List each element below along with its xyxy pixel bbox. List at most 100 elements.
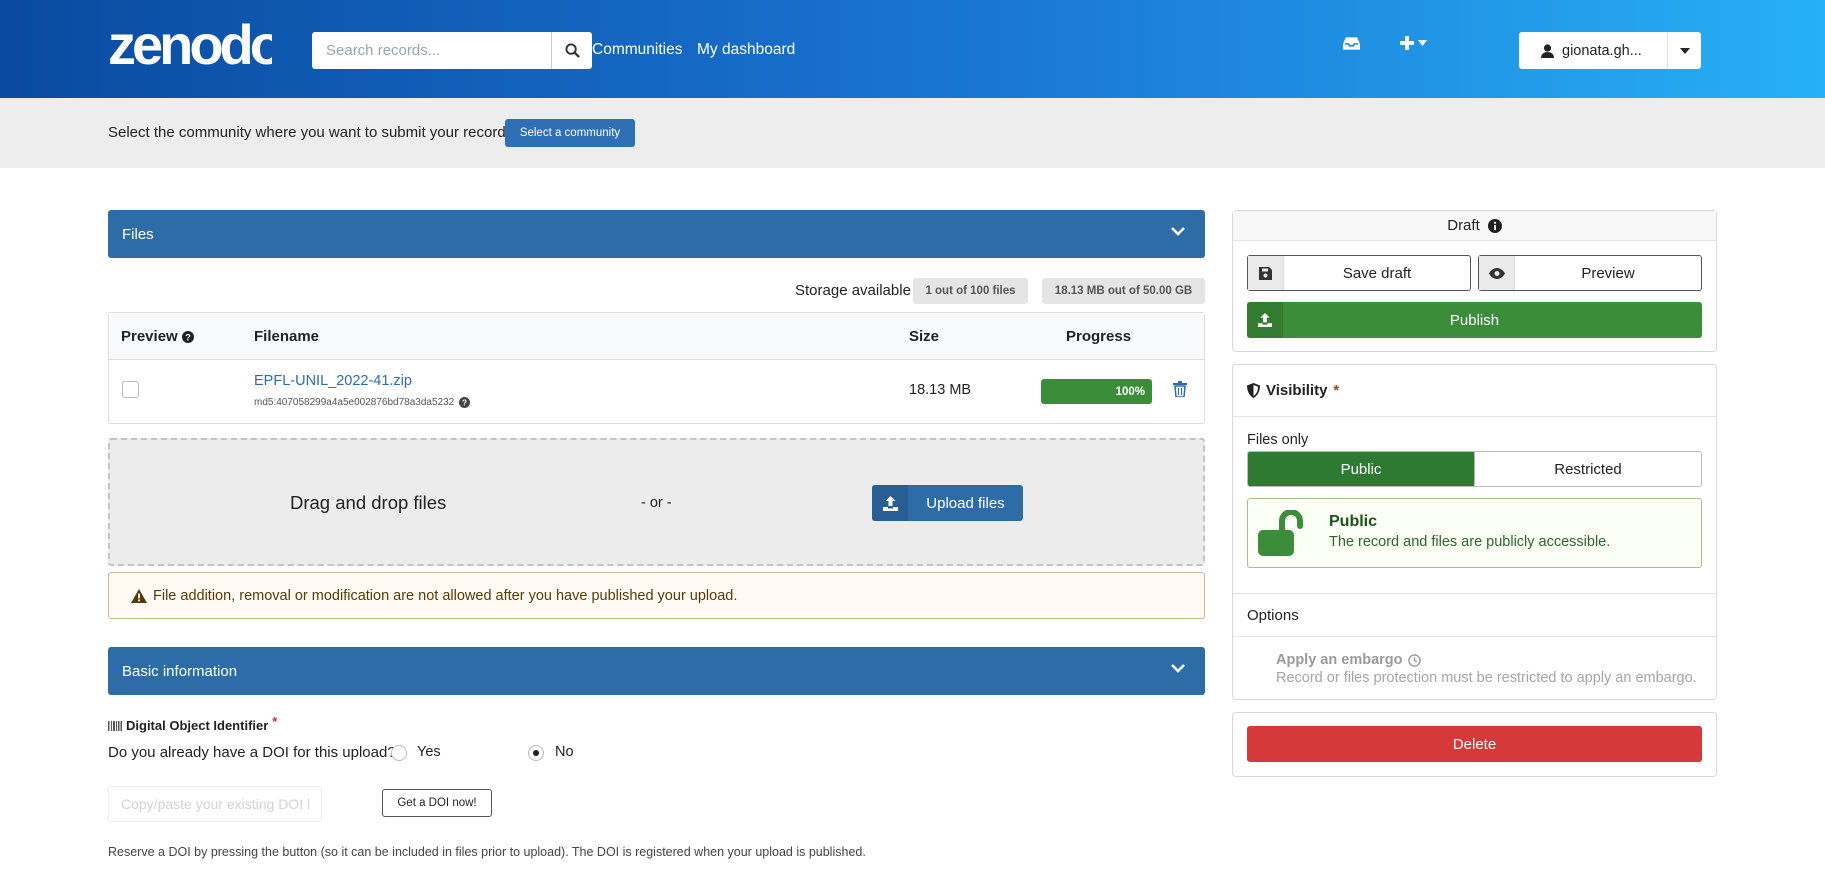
svg-text:?: ? [185, 332, 191, 342]
chevron-down-icon [1171, 664, 1185, 673]
plus-icon [1400, 36, 1414, 50]
dropzone-text: Drag and drop files [290, 492, 447, 513]
upload-icon [1247, 302, 1283, 338]
preview-checkbox[interactable] [122, 381, 139, 398]
draft-status: Draft [1447, 217, 1480, 234]
new-upload-menu[interactable] [1400, 36, 1427, 50]
user-icon [1541, 43, 1554, 58]
barcode-icon [108, 720, 122, 731]
doi-no-radio[interactable] [528, 745, 544, 761]
search-box [312, 32, 592, 69]
upload-progress-fill: 100% [1041, 379, 1152, 404]
doi-question: Do you already have a DOI for this uploa… [108, 744, 396, 761]
chevron-down-icon [1418, 40, 1427, 46]
search-icon [564, 43, 580, 58]
embargo-title: Apply an embargo [1276, 652, 1403, 668]
nav-communities[interactable]: Communities [592, 41, 682, 59]
doi-help-text: Reserve a DOI by pressing the button (so… [108, 845, 866, 859]
public-title: Public [1329, 513, 1378, 530]
draft-status-header: Draft [1233, 211, 1716, 241]
file-dropzone[interactable]: Drag and drop files - or - Upload files [108, 438, 1205, 566]
nav-my-dashboard[interactable]: My dashboard [697, 41, 795, 59]
file-size: 18.13 MB [909, 382, 972, 398]
zenodo-logo[interactable]: zenodo [108, 18, 272, 76]
public-description: The record and files are publicly access… [1329, 534, 1611, 550]
shield-icon [1247, 383, 1260, 398]
publish-button[interactable]: Publish [1247, 302, 1702, 338]
svg-text:zenodo: zenodo [108, 18, 272, 76]
doi-field-label: Digital Object Identifier * [108, 714, 277, 733]
doi-input[interactable] [108, 786, 322, 822]
col-preview-label: Preview [121, 328, 178, 345]
clock-icon [1407, 653, 1421, 667]
visibility-header: Visibility * [1233, 365, 1716, 417]
search-input[interactable] [312, 32, 552, 69]
upload-files-label: Upload files [926, 494, 1005, 512]
files-only-label: Files only [1247, 432, 1309, 448]
chevron-down-icon [1679, 47, 1690, 54]
options-header: Options [1233, 593, 1716, 637]
visibility-card: Visibility * Files only Public Restricte… [1232, 364, 1717, 700]
access-toggle: Public Restricted [1247, 451, 1702, 487]
preview-button[interactable]: Preview [1478, 255, 1702, 291]
public-access-message: Public The record and files are publicly… [1247, 498, 1702, 568]
question-icon[interactable]: ? [459, 397, 471, 408]
warning-icon [131, 588, 147, 603]
upload-progress-bar: 100% [1041, 379, 1152, 404]
delete-card: Delete [1232, 712, 1717, 777]
trash-icon[interactable] [1173, 381, 1187, 397]
info-icon[interactable] [1487, 218, 1502, 233]
file-link[interactable]: EPFL-UNIL_2022-41.zip [254, 373, 412, 389]
save-icon [1248, 256, 1284, 290]
basic-info-accordion-header[interactable]: Basic information [108, 647, 1205, 695]
warning-text: File addition, removal or modification a… [153, 587, 738, 604]
user-menu-toggle[interactable] [1667, 32, 1701, 69]
files-accordion-header[interactable]: Files [108, 210, 1205, 258]
publish-label: Publish [1449, 311, 1500, 329]
doi-no-label[interactable]: No [555, 744, 574, 760]
svg-text:?: ? [462, 399, 467, 408]
visibility-title: Visibility [1266, 382, 1328, 399]
embargo-description: Record or files protection must be restr… [1276, 670, 1697, 686]
preview-label: Preview [1581, 264, 1635, 282]
unlock-icon [1258, 510, 1303, 556]
dropzone-or: - or - [641, 495, 672, 511]
storage-label: Storage available [795, 282, 911, 299]
community-banner: Select the community where you want to s… [0, 98, 1825, 168]
doi-yes-label[interactable]: Yes [417, 744, 441, 760]
files-table: Preview ? Filename Size Progress EPFL-UN… [108, 312, 1205, 424]
community-prompt: Select the community where you want to s… [108, 124, 510, 141]
search-button[interactable] [552, 32, 592, 69]
restricted-option[interactable]: Restricted [1474, 452, 1701, 486]
select-community-button[interactable]: Select a community [505, 119, 635, 147]
user-menu-button[interactable]: gionata.gh... [1519, 43, 1667, 59]
public-option[interactable]: Public [1248, 452, 1474, 486]
upload-files-button[interactable]: Upload files [872, 485, 1023, 521]
options-label: Options [1247, 606, 1299, 624]
file-checksum: md5:407058299a4a5e002876bd78a3da5232 ? [254, 397, 471, 408]
delete-button[interactable]: Delete [1247, 726, 1702, 762]
draft-actions-card: Draft Save draft Preview Publish [1232, 210, 1717, 352]
col-progress: Progress [1066, 328, 1132, 345]
col-preview: Preview ? [121, 328, 194, 345]
inbox-icon [1343, 37, 1360, 50]
embargo-option: Apply an embargo [1276, 652, 1421, 668]
doi-yes-radio[interactable] [391, 745, 407, 761]
inbox-button[interactable] [1343, 36, 1360, 51]
files-count-badge: 1 out of 100 files [913, 278, 1028, 304]
required-mark: * [1333, 382, 1340, 399]
get-doi-button[interactable]: Get a DOI now! [382, 789, 492, 817]
col-filename: Filename [254, 328, 320, 345]
basic-info-section-title: Basic information [122, 662, 238, 680]
files-section-title: Files [122, 225, 154, 243]
user-menu: gionata.gh... [1519, 32, 1701, 69]
question-icon[interactable]: ? [181, 330, 194, 343]
user-name: gionata.gh... [1562, 42, 1642, 59]
chevron-down-icon [1171, 227, 1185, 236]
files-table-header: Preview ? Filename Size Progress [109, 313, 1204, 360]
top-navbar: zenodo Communities My dashboard gionata.… [0, 0, 1825, 98]
save-draft-label: Save draft [1342, 264, 1412, 282]
required-mark: * [272, 714, 278, 729]
upload-icon [872, 485, 908, 521]
save-draft-button[interactable]: Save draft [1247, 255, 1471, 291]
